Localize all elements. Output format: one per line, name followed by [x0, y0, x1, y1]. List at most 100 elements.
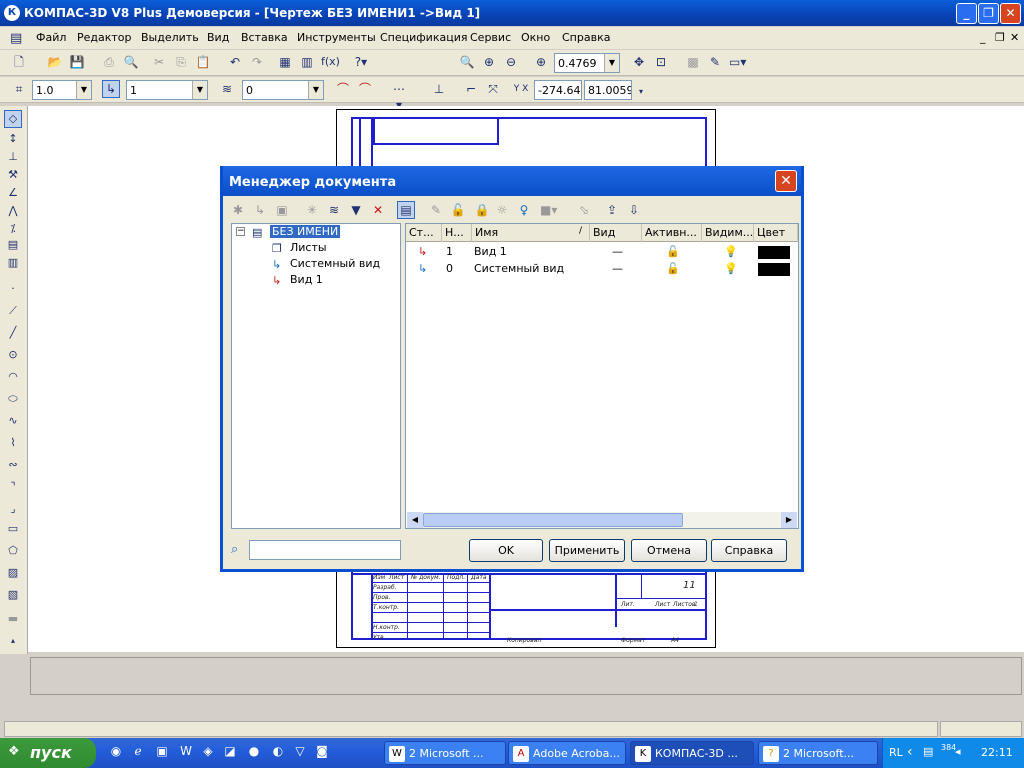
chevron-down-icon[interactable]: ▼	[76, 81, 91, 99]
close-button[interactable]: ✕	[1000, 3, 1021, 24]
line-icon[interactable]: ⟋	[4, 302, 22, 320]
library-icon[interactable]: ▥	[298, 53, 316, 71]
measure-icon[interactable]: ⋀	[4, 202, 22, 220]
chevron-down-icon[interactable]: ▾	[632, 83, 650, 101]
unlock-icon[interactable]: 🔓	[449, 201, 467, 219]
lock-icon[interactable]: 🔒	[473, 201, 491, 219]
quicklaunch-icon[interactable]: ◈	[200, 744, 216, 760]
document-tree[interactable]: − ▤ БЕЗ ИМЕНИ ❐ Листы ↳ Системный вид ↳ …	[231, 223, 401, 529]
col-number[interactable]: Н...	[442, 224, 472, 242]
expand-tray-icon[interactable]: ‹	[907, 744, 913, 760]
collapse-icon[interactable]: −	[236, 227, 245, 236]
tree-item-document[interactable]: БЕЗ ИМЕНИ	[270, 225, 341, 238]
dialog-close-button[interactable]: ✕	[775, 170, 797, 192]
tray-badge[interactable]: 384	[941, 743, 956, 752]
color-swatch[interactable]	[758, 246, 790, 259]
assign-icon[interactable]: ✎	[427, 201, 445, 219]
bulb-off-icon[interactable]: ☼	[493, 201, 511, 219]
col-name[interactable]: Имя	[472, 224, 590, 242]
layer-combo[interactable]: 1 ▼	[126, 80, 208, 100]
show-all-icon[interactable]: ⊡	[652, 53, 670, 71]
menu-tools[interactable]: Инструменты	[297, 31, 376, 44]
task-kompas[interactable]: K КОМПАС-3D ...	[630, 741, 754, 765]
redo-icon[interactable]: ↷	[248, 53, 266, 71]
zoom-window-icon[interactable]: 🔍	[458, 53, 476, 71]
scroll-left-icon[interactable]: ◀	[407, 512, 423, 528]
spec-icon[interactable]: ▤	[4, 236, 22, 254]
local-snap-icon[interactable]: ⌒	[356, 80, 374, 98]
doc-close-icon[interactable]: ✕	[1010, 31, 1019, 44]
quicklaunch-icon[interactable]: ▽	[292, 744, 308, 760]
col-visible[interactable]: Видим...	[702, 224, 754, 242]
volume-icon[interactable]: ◂	[955, 745, 961, 758]
task-acrobat[interactable]: A Adobe Acroba...	[508, 741, 626, 765]
print-icon[interactable]: ⎙	[100, 53, 118, 71]
zoom-in-icon[interactable]: ⊕	[480, 53, 498, 71]
quicklaunch-icon[interactable]: ▣	[154, 744, 170, 760]
quicklaunch-icon[interactable]: ◙	[314, 744, 330, 760]
tray-icon[interactable]: ▤	[923, 745, 933, 758]
print-preview-icon[interactable]: 🔍	[122, 53, 140, 71]
import-icon[interactable]: ⇩	[625, 201, 643, 219]
word-icon[interactable]: W	[178, 744, 194, 760]
spline-icon[interactable]: ∿	[4, 412, 22, 430]
parametrization-icon[interactable]: ∠	[4, 184, 22, 202]
filter-icon[interactable]: ▼	[347, 201, 365, 219]
view-options-icon[interactable]: ▭▾	[728, 53, 746, 71]
new-sheet-icon[interactable]: ✱	[229, 201, 247, 219]
minimize-button[interactable]: _	[956, 3, 977, 24]
menu-insert[interactable]: Вставка	[241, 31, 288, 44]
point-icon[interactable]: ·	[4, 280, 22, 298]
search-input[interactable]	[249, 540, 401, 560]
color-swatch[interactable]	[758, 263, 790, 276]
chevron-down-icon[interactable]: ▼	[192, 81, 207, 99]
move-icon[interactable]: ⬂	[575, 201, 593, 219]
chevron-up-icon[interactable]: ▴	[4, 632, 22, 650]
layers-filter-icon[interactable]: ≋	[325, 201, 343, 219]
chevron-down-icon[interactable]: ▼	[604, 54, 619, 72]
function-icon[interactable]: f(x)	[320, 53, 340, 71]
circle-icon[interactable]: ⊙	[4, 346, 22, 364]
col-color[interactable]: Цвет	[754, 224, 798, 242]
panel-toggle-icon[interactable]: ▤	[397, 201, 415, 219]
undo-icon[interactable]: ↶	[226, 53, 244, 71]
table-row[interactable]: ↳ 1 Вид 1 — 🔓 💡	[406, 244, 798, 261]
ellipse-icon[interactable]: ⬭	[4, 390, 22, 408]
menu-window[interactable]: Окно	[521, 31, 550, 44]
menu-specification[interactable]: Спецификация	[380, 31, 467, 44]
properties-icon[interactable]: ✎	[706, 53, 724, 71]
scale-combo[interactable]: 1.0 ▼	[32, 80, 92, 100]
chamfer-icon[interactable]: ⌝	[4, 478, 22, 496]
start-button[interactable]: ❖ пуск	[0, 738, 96, 768]
snap-magnet-icon[interactable]: ⌒	[334, 80, 352, 98]
save-icon[interactable]: 💾	[68, 53, 86, 71]
menu-file[interactable]: Файл	[36, 31, 66, 44]
parametric-icon[interactable]: ⤧	[484, 80, 502, 98]
bulb-icon[interactable]: 💡	[724, 245, 738, 258]
sheet-props-icon[interactable]: ▣	[273, 201, 291, 219]
col-active[interactable]: Активн...	[642, 224, 702, 242]
views-list[interactable]: Ст... Н... Имя / Вид Активн... Видим... …	[405, 223, 799, 529]
quicklaunch-icon[interactable]: ◪	[222, 744, 238, 760]
document-manager-icon[interactable]: ▦	[276, 53, 294, 71]
help-pointer-icon[interactable]: ?▾	[352, 53, 370, 71]
menu-select[interactable]: Выделить	[141, 31, 199, 44]
tree-item-sheets[interactable]: Листы	[290, 241, 327, 254]
language-indicator[interactable]: RL	[889, 746, 903, 759]
scroll-right-icon[interactable]: ▶	[781, 512, 797, 528]
task-word[interactable]: W 2 Microsoft ...	[384, 741, 506, 765]
segment-icon[interactable]: ╱	[4, 324, 22, 342]
export-icon[interactable]: ⇪	[603, 201, 621, 219]
quicklaunch-icon[interactable]: ●	[246, 744, 262, 760]
geometry-panel-icon[interactable]: ◇	[4, 110, 22, 128]
unlock-icon[interactable]: 🔓	[666, 262, 680, 275]
polygon-icon[interactable]: ⬠	[4, 542, 22, 560]
pan-icon[interactable]: ✥	[630, 53, 648, 71]
unlock-icon[interactable]: 🔓	[666, 245, 680, 258]
zoom-scale-icon[interactable]: ⊕	[532, 53, 550, 71]
symbols-icon[interactable]: ⊥	[4, 148, 22, 166]
tree-item-view-1[interactable]: Вид 1	[290, 273, 323, 286]
col-status[interactable]: Ст...	[406, 224, 442, 242]
new-document-icon[interactable]: 🗋	[10, 53, 28, 71]
cancel-button[interactable]: Отмена	[631, 539, 707, 562]
